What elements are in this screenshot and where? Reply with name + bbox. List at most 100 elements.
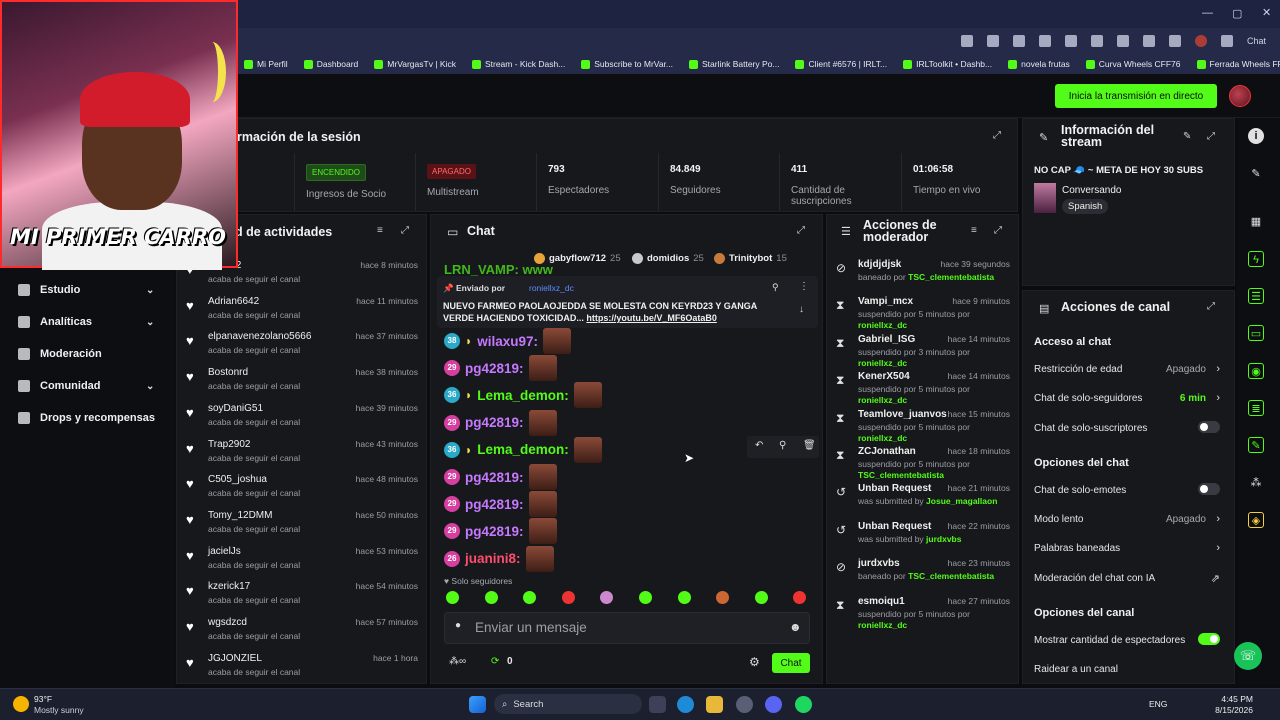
expand-icon[interactable]: ⤢ (1207, 301, 1215, 312)
layers-icon[interactable]: ≣ (1248, 400, 1264, 416)
expand-icon[interactable]: ⤢ (1207, 131, 1215, 142)
task-view-icon[interactable] (649, 696, 666, 713)
expand-icon[interactable]: ⤢ (401, 225, 409, 236)
clock-time[interactable]: 4:45 PM (1217, 694, 1253, 704)
edit-icon[interactable]: ✎ (1248, 166, 1264, 182)
avatar[interactable] (1229, 85, 1251, 107)
windows-start-icon[interactable] (469, 696, 486, 713)
pinned-sent-by-user[interactable]: roniellxz_dc (529, 283, 574, 293)
bookmark-item[interactable]: MrVargasTv | Kick (368, 59, 462, 69)
bookmark-item[interactable]: Mi Perfil (238, 59, 294, 69)
bookmark-item[interactable]: Curva Wheels CFF76 (1080, 59, 1187, 69)
discord-icon[interactable] (765, 696, 782, 713)
chat-message[interactable]: 29 pg42819: (444, 464, 557, 490)
emotes-only-toggle[interactable] (1198, 483, 1220, 495)
chat-username[interactable]: pg42819: (465, 524, 524, 539)
extension-icon[interactable] (1116, 35, 1129, 47)
extension-icon[interactable] (1038, 35, 1051, 47)
emote-icon[interactable] (561, 591, 575, 604)
broadcast-icon[interactable]: ◉ (1248, 363, 1264, 379)
copilot-chat-button[interactable]: Chat (1247, 36, 1266, 46)
expand-icon[interactable]: ⤢ (993, 130, 1001, 141)
list-item[interactable]: ♥ Trap2902 acaba de seguir el canal hace 43… (186, 439, 418, 473)
mod-action-item[interactable]: ↺ Unban Request hace 22 minutos was submitt… (836, 521, 1014, 561)
chat-input[interactable]: ● Enviar un mensaje ☻ (444, 612, 810, 644)
reading-view-icon[interactable] (960, 35, 973, 47)
banned-words-row[interactable]: Palabras baneadas › (1034, 542, 1220, 554)
reply-icon[interactable]: ↶ (755, 440, 763, 451)
favorite-star-icon[interactable] (986, 35, 999, 47)
mod-action-item[interactable]: ⧗ Teamlove_juanvos hace 15 minutos suspendi… (836, 409, 1014, 449)
emote-icon[interactable] (446, 591, 459, 604)
followers-only-row[interactable]: Chat de solo-seguidores 6 min › (1034, 392, 1220, 404)
raid-row[interactable]: Raidear a un canal (1034, 664, 1220, 675)
minimize-icon[interactable]: — (1202, 7, 1213, 19)
gear-icon[interactable]: ⚙ (749, 655, 760, 669)
user-group-icon[interactable]: ⁂∞ (449, 656, 466, 667)
arrow-down-icon[interactable]: ↓ (799, 304, 804, 315)
collections-icon[interactable] (1142, 35, 1155, 47)
extension-icon[interactable] (1064, 35, 1077, 47)
list-item[interactable]: ♥ Bostonrd acaba de seguir el canal hace 38… (186, 367, 418, 401)
list-item[interactable]: ♥ jacielJs acaba de seguir el canal hace 53… (186, 546, 418, 580)
show-viewers-toggle[interactable] (1198, 633, 1220, 645)
bookmark-item[interactable]: Stream - Kick Dash... (466, 59, 571, 69)
info-icon[interactable]: i (1248, 128, 1264, 144)
sidebar-item[interactable]: Estudio ⌄ (18, 284, 154, 296)
sidebar-item[interactable]: Drops y recompensas (18, 412, 155, 424)
users-icon[interactable]: ⁂ (1248, 475, 1264, 491)
mod-action-item[interactable]: ⧗ KenerX504 hace 14 minutos suspendido por … (836, 371, 1014, 411)
profile-icon[interactable] (1194, 35, 1207, 47)
favorites-icon[interactable] (1168, 35, 1181, 47)
chat-username[interactable]: juanini8: (465, 551, 521, 566)
list-icon[interactable]: ☰ (1248, 288, 1264, 304)
top-gifter[interactable]: domidios 25 (632, 253, 704, 264)
bookmark-item[interactable]: Client #6576 | IRLT... (789, 59, 893, 69)
mod-action-item[interactable]: ⊘ jurdxvbs hace 23 minutos baneado por TSC_… (836, 558, 1014, 598)
ai-moderation-row[interactable]: Moderación del chat con IA ⇗ (1034, 573, 1220, 585)
list-item[interactable]: ♥ JGJONZIEL acaba de seguir el canal hace 1… (186, 653, 418, 687)
sidebar-item[interactable]: Analíticas ⌄ (18, 316, 154, 328)
mod-action-item[interactable]: ⧗ ZCJonathan hace 18 minutos suspendido por… (836, 446, 1014, 486)
edit-icon[interactable]: ✎ (1183, 131, 1191, 142)
emote-icon[interactable] (484, 591, 498, 604)
weather-temp[interactable]: 93°F (34, 694, 52, 704)
bookmark-item[interactable]: Ferrada Wheels FR9 (1191, 59, 1280, 69)
mod-action-item[interactable]: ⊘ kdjdjdjsk hace 39 segundos baneado por TS… (836, 259, 1014, 299)
close-icon[interactable]: ✕ (1262, 6, 1271, 19)
slow-mode-row[interactable]: Modo lento Apagado › (1034, 513, 1220, 525)
tag-icon[interactable]: ◈ (1248, 512, 1264, 528)
chat-message[interactable]: 29 pg42819: (444, 355, 557, 382)
chat-username[interactable]: pg42819: (465, 470, 524, 485)
grid-icon[interactable]: ▦ (1248, 214, 1264, 230)
edge-icon[interactable] (677, 696, 694, 713)
list-item[interactable]: ♥ wgsdzcd acaba de seguir el canal hace 57 … (186, 617, 418, 651)
bookmark-item[interactable]: Subscribe to MrVar... (575, 59, 679, 69)
subs-only-toggle[interactable] (1198, 421, 1220, 433)
extension-icon[interactable] (1090, 35, 1103, 47)
chat-message[interactable]: 38 ◗ wilaxu97: (444, 328, 572, 354)
pin-icon[interactable]: ⚲ (772, 282, 779, 293)
bookmark-item[interactable]: novela frutas (1002, 59, 1076, 69)
extension-icon[interactable] (1012, 35, 1025, 47)
maximize-icon[interactable]: ▢ (1232, 7, 1242, 20)
chat-username[interactable]: pg42819: (465, 415, 524, 430)
chat-message[interactable]: 29 pg42819: (444, 409, 557, 436)
pin-icon[interactable]: ⚲ (779, 440, 786, 451)
delete-icon[interactable]: 🗑 (803, 440, 816, 451)
emoji-icon[interactable]: ☻ (789, 620, 802, 634)
send-chat-button[interactable]: Chat (772, 653, 810, 673)
go-live-button[interactable]: Inicia la transmisión en directo (1055, 84, 1217, 108)
lightning-icon[interactable]: ϟ (1248, 251, 1264, 267)
stream-category[interactable]: Conversando (1062, 185, 1121, 196)
list-item[interactable]: ♥ kzerick17 acaba de seguir el canal hace 5… (186, 581, 418, 615)
chat-message[interactable]: 36 ◗ Lema_demon: (444, 382, 602, 409)
language-indicator[interactable]: ENG (1149, 699, 1167, 709)
support-icon[interactable]: ☏ (1234, 642, 1262, 670)
more-options-icon[interactable]: ⋮ (799, 281, 809, 292)
list-item[interactable]: ♥ Adrian6642 acaba de seguir el canal hace … (186, 296, 418, 330)
emote-icon[interactable] (754, 591, 768, 604)
list-item[interactable]: ♥ C505_joshua acaba de seguir el canal hace… (186, 474, 418, 508)
chat-message[interactable]: 29 pg42819: (444, 491, 557, 518)
bookmark-item[interactable]: Dashboard (298, 59, 365, 69)
